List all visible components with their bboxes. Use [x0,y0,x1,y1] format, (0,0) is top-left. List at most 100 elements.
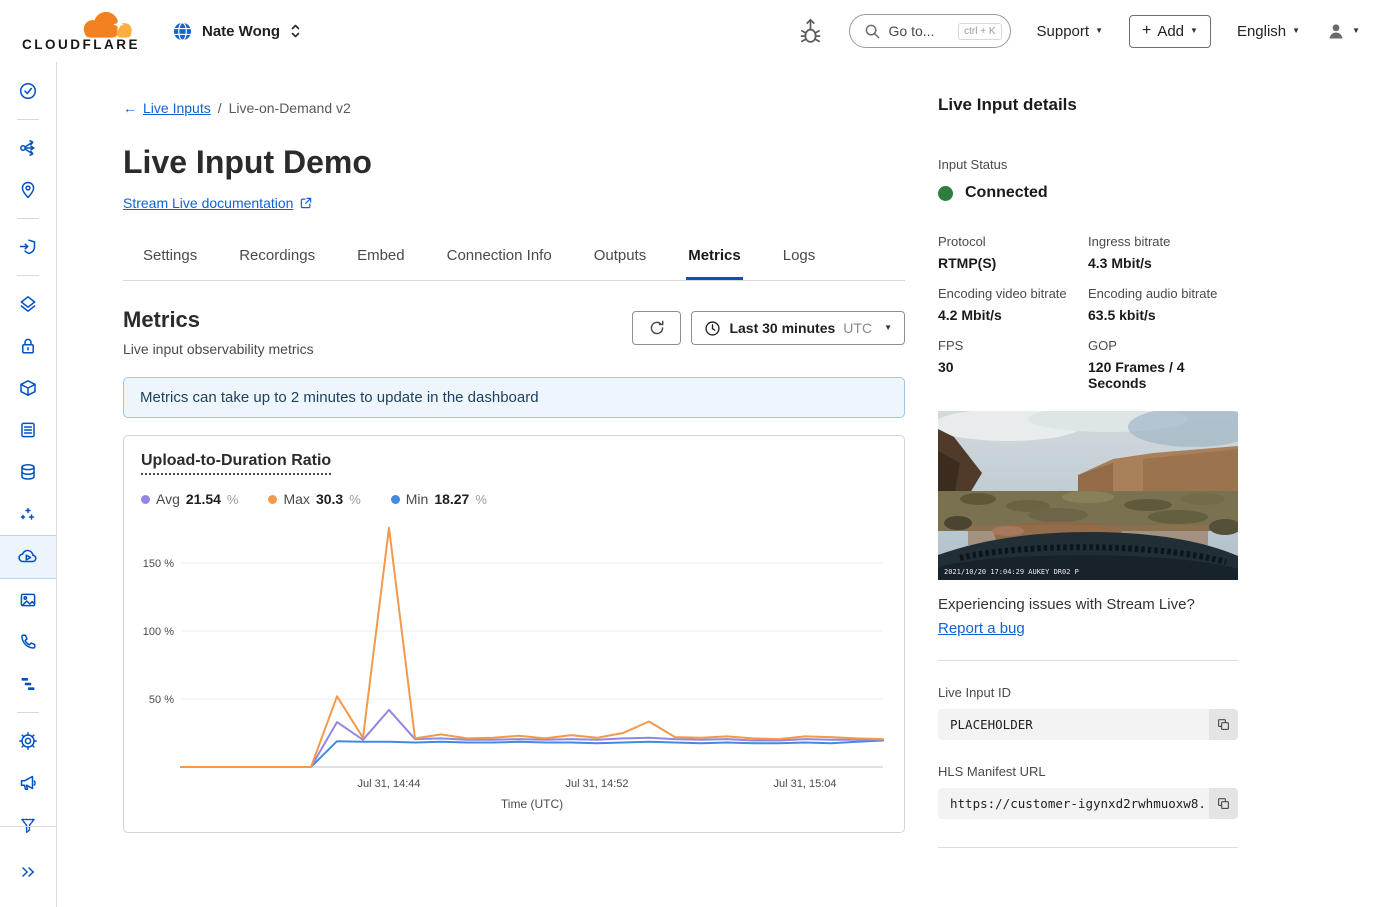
chart-canvas: 50 %100 %150 %Jul 31, 14:44Jul 31, 14:52… [141,517,887,813]
breadcrumb-back-link[interactable]: ← Live Inputs [123,100,211,116]
expand-chevrons-icon [18,862,38,882]
legend-value: 21.54 [186,491,221,507]
language-menu[interactable]: English ▼ [1237,23,1300,40]
report-bug-link[interactable]: Report a bug [938,620,1025,637]
sidebar-item-notifications[interactable] [0,762,56,804]
field-video-bitrate: Encoding video bitrate 4.2 Mbit/s [938,286,1088,323]
add-label: Add [1157,23,1184,40]
copy-icon [1216,796,1231,811]
server-rack-icon [18,420,38,440]
back-arrow-icon: ← [123,100,137,116]
tab-settings[interactable]: Settings [141,239,199,280]
sidebar-item-storage[interactable] [0,409,56,451]
legend-item-max[interactable]: Max 30.3 % [268,491,360,507]
tab-embed[interactable]: Embed [355,239,407,280]
field-value: 30 [938,359,1088,375]
panel-divider [938,847,1238,848]
tab-logs[interactable]: Logs [781,239,818,280]
svg-text:Time (UTC): Time (UTC) [501,797,563,811]
global-search-input[interactable]: Go to... ctrl + K [849,14,1011,48]
legend-name: Avg [156,491,180,507]
metrics-heading-block: Metrics Live input observability metrics [123,307,314,357]
add-button[interactable]: + Add ▼ [1129,15,1211,48]
hls-manifest-value: https://customer-igynxd2rwhmuoxw8.cloudf [950,796,1204,811]
sidebar-item-locations[interactable] [0,169,56,211]
hls-manifest-label: HLS Manifest URL [938,764,1238,779]
tab-outputs[interactable]: Outputs [592,239,649,280]
sidebar-item-security[interactable] [0,226,56,268]
sidebar-item-stream[interactable] [0,535,56,579]
line-chart: 50 %100 %150 %Jul 31, 14:44Jul 31, 14:52… [141,517,887,813]
images-icon [18,590,38,610]
time-range-value: Last 30 minutes [729,320,835,336]
copy-input-id-button[interactable] [1209,709,1238,740]
documentation-link[interactable]: Stream Live documentation [123,195,313,211]
video-frame: 2021/10/20 17:04:29 AUKEY DR02 P [938,411,1238,580]
phone-icon [18,632,38,652]
sidebar-expand-button[interactable] [0,851,56,893]
language-label: English [1237,23,1286,40]
sidebar-item-workers[interactable] [0,367,56,409]
legend-unit: % [349,492,361,507]
details-fields: Protocol RTMP(S) Ingress bitrate 4.3 Mbi… [938,234,1238,391]
sidebar-item-network[interactable] [0,127,56,169]
location-pin-icon [18,180,38,200]
legend-item-min[interactable]: Min 18.27 % [391,491,487,507]
bug-report-icon[interactable] [798,18,823,45]
user-avatar-icon [1326,21,1346,41]
svg-text:Jul 31, 14:44: Jul 31, 14:44 [358,778,421,790]
gear-icon [18,731,38,751]
sidebar-item-calls[interactable] [0,621,56,663]
live-input-id-label: Live Input ID [938,685,1238,700]
search-icon [864,23,881,40]
search-shortcut-badge: ctrl + K [958,23,1001,40]
copy-hls-url-button[interactable] [1209,788,1238,819]
tab-metrics[interactable]: Metrics [686,239,743,280]
breadcrumb: ← Live Inputs / Live-on-Demand v2 [123,100,905,116]
sidebar-item-analytics[interactable] [0,663,56,705]
documentation-link-label: Stream Live documentation [123,195,293,211]
chart-legend: Avg 21.54 % Max 30.3 % Min 18.27 % [141,491,887,507]
sidebar-item-ssl[interactable] [0,325,56,367]
field-label: Encoding video bitrate [938,286,1088,301]
up-down-chevron-icon [289,22,302,40]
legend-dot-min [391,495,400,504]
time-range-dropdown[interactable]: Last 30 minutes UTC ▼ [691,311,905,345]
sidebar-item-ai[interactable] [0,493,56,535]
tab-connection-info[interactable]: Connection Info [445,239,554,280]
lock-icon [18,336,38,356]
user-menu[interactable]: ▼ [1326,21,1360,41]
cloudflare-logo[interactable]: CLOUDFLARE [22,8,130,54]
legend-unit: % [475,492,487,507]
field-label: Encoding audio bitrate [1088,286,1238,301]
field-value: 63.5 kbit/s [1088,307,1238,323]
time-travel-icon [18,81,38,101]
video-timestamp-overlay: 2021/10/20 17:04:29 AUKEY DR02 P [944,568,1079,576]
chart-title[interactable]: Upload-to-Duration Ratio [141,452,331,475]
account-switcher[interactable]: Nate Wong [172,21,302,42]
sidebar-divider [17,119,39,120]
layers-icon [18,294,38,314]
account-name: Nate Wong [202,23,280,40]
sidebar-item-database[interactable] [0,451,56,493]
legend-item-avg[interactable]: Avg 21.54 % [141,491,238,507]
metrics-info-banner: Metrics can take up to 2 minutes to upda… [123,377,905,418]
svg-text:Jul 31, 15:04: Jul 31, 15:04 [774,778,837,790]
support-menu[interactable]: Support ▼ [1037,23,1103,40]
refresh-icon [648,319,666,337]
refresh-button[interactable] [632,311,681,345]
tab-recordings[interactable]: Recordings [237,239,317,280]
metrics-subheading: Live input observability metrics [123,341,314,357]
external-link-icon [299,196,313,210]
field-value: 4.3 Mbit/s [1088,255,1238,271]
field-protocol: Protocol RTMP(S) [938,234,1088,271]
sidebar-item-images[interactable] [0,579,56,621]
svg-text:150 %: 150 % [143,558,174,570]
sidebar-item-speed[interactable] [0,283,56,325]
sidebar-item-settings[interactable] [0,720,56,762]
support-label: Support [1037,23,1090,40]
input-status-value: Connected [965,184,1048,202]
sidebar-item-time-travel[interactable] [0,70,56,112]
legend-name: Min [406,491,429,507]
copy-icon [1216,717,1231,732]
